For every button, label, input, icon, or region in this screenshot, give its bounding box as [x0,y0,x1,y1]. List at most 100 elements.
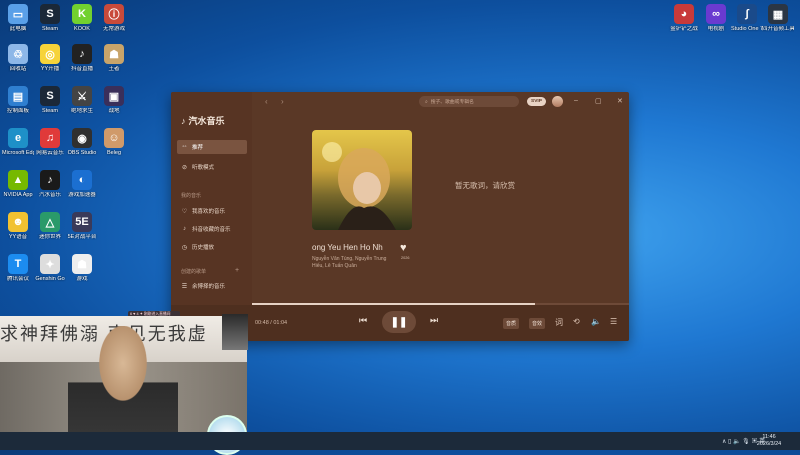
app-icon: △ [40,212,60,232]
music-player-window[interactable]: ♪ 汽水音乐 ◦◦ 推荐 ⊘ 听歌模式 我的音乐 ♡ 我喜欢的音乐 ♪ 抖音收藏… [171,92,629,341]
desktop-icon[interactable]: ▦ 四开音频工具箱 [762,4,794,32]
back-arrow-icon[interactable]: ‹ [265,97,268,106]
app-icon: ♫ [40,128,60,148]
like-count: 2026 [401,256,410,260]
windows-taskbar [0,432,800,450]
app-icon: e [8,128,28,148]
desktop-icon[interactable]: K KOOK [66,4,98,32]
desktop-icon[interactable]: ▲ NVIDIA App [2,170,34,198]
close-icon[interactable]: ✕ [617,97,623,105]
app-icon: ♪ [72,44,92,64]
player-sidebar: ♪ 汽水音乐 ◦◦ 推荐 ⊘ 听歌模式 我的音乐 ♡ 我喜欢的音乐 ♪ 抖音收藏… [171,92,252,305]
desktop-icon[interactable]: ☗ 游戏 [66,254,98,282]
desktop-icon[interactable]: ▤ 控制面板 [2,86,34,114]
desktop-icon-label: KOOK [74,26,90,32]
desktop-icon[interactable]: △ 迷你世界 [34,212,66,240]
app-icon: ⚔ [72,86,92,106]
volume-icon[interactable]: 🔈 [591,317,601,326]
douyin-icon: ♪ [183,226,186,232]
like-heart-icon[interactable]: ♥ [400,242,407,254]
previous-track-icon[interactable]: ⏮ [359,315,367,326]
album-cover[interactable] [312,130,412,230]
pause-button[interactable]: ❚❚ [382,311,416,333]
maximize-icon[interactable]: ▢ [595,97,602,105]
desktop-icon-label: OBS Studio [67,150,97,156]
desktop-icon[interactable]: ◐ 游戏加速器 [66,170,98,198]
app-logo: ♪ 汽水音乐 [181,114,225,127]
album-cover-art [322,142,396,230]
nav-item-recommend[interactable]: ◦◦ 推荐 [177,140,247,154]
next-track-icon[interactable]: ⏭ [430,315,438,326]
quality-button[interactable]: 音质 [503,318,520,329]
desktop-icon[interactable]: ⓘ 无常游戏 [98,4,130,32]
add-playlist-icon[interactable]: + [235,267,239,274]
forward-arrow-icon[interactable]: › [281,97,284,106]
recommend-icon: ◦◦ [182,144,187,150]
nav-item-label: 推荐 [192,145,204,151]
app-icon: ☻ [8,212,28,232]
desktop-icon[interactable]: ♲ 回收站 [2,44,34,72]
desktop-icon-label: 回收站 [9,66,27,72]
svip-badge[interactable]: SVIP [527,97,546,106]
desktop-icon[interactable]: ◎ YY开播 [34,44,66,72]
app-icon: ◕ [674,4,694,24]
app-icon: ☺ [104,128,124,148]
app-icon: 5E [72,212,92,232]
search-icon: ⌕ [425,99,428,105]
desktop-icon[interactable]: ∫ Studio One 7 [731,4,763,32]
search-input[interactable]: ⌕ 搜子、歌曲或专辑名 [419,96,519,107]
desktop-icon[interactable]: e Microsoft Edge [2,128,34,156]
nav-item-playlist[interactable]: ☰ 余博择的音乐 [177,279,247,293]
app-icon: ⓘ [104,4,124,24]
desktop-icon-label: 腾讯会议 [6,276,29,282]
repeat-icon[interactable]: ⟲ [573,317,580,326]
section-created-playlists-title: 创建的歌单 [181,269,207,275]
desktop-icon[interactable]: ∞ 电视剧 [700,4,732,32]
nav-item-history[interactable]: ◷ 历史播放 [177,240,247,254]
desktop-icon[interactable]: ◕ 金铲铲之战 [668,4,700,32]
nav-item-liked-music[interactable]: ♡ 我喜欢的音乐 [177,204,247,218]
app-icon: K [72,4,92,24]
desktop-icon[interactable]: ♪ 抖音直播 [66,44,98,72]
desktop-icon[interactable]: ☺ Beleg [98,128,130,156]
clock-icon: ◷ [181,244,188,251]
desktop-icon-label: NVIDIA App [3,192,33,198]
desktop-icon[interactable]: T 腾讯会议 [2,254,34,282]
lyrics-icon[interactable]: 词 [555,317,563,328]
app-icon: ▣ [104,86,124,106]
app-icon: ▲ [8,170,28,190]
minimize-icon[interactable]: – [574,97,578,104]
desktop-icon[interactable]: ▣ 战地 [98,86,130,114]
desktop-icon[interactable]: ◉ OBS Studio [66,128,98,156]
app-icon: S [40,4,60,24]
app-icon: ◎ [40,44,60,64]
nav-item-douyin-collection[interactable]: ♪ 抖音收藏的音乐 [177,222,247,236]
desktop-icon[interactable]: ☗ 王者 [98,44,130,72]
song-artists[interactable]: Nguyễn Văn Tùng, Nguyễn Trung Hiếu, Lê T… [312,256,396,269]
desktop-icon[interactable]: 5E 5E对战平台 [66,212,98,240]
effects-button[interactable]: 音效 [529,318,546,329]
app-icon: ◐ [72,170,92,190]
character-sticker [222,314,248,350]
desktop-icon[interactable]: ✦ Genshin Go [34,254,66,282]
desktop-icon[interactable]: S Steam [34,86,66,114]
desktop-icon[interactable]: ⚔ 绝地求生 [66,86,98,114]
taskbar-clock[interactable]: 11:46 2026/3/24 [746,434,792,448]
queue-list-icon[interactable]: ☰ [610,317,617,326]
app-icon: ▭ [8,4,28,24]
desktop-icon[interactable]: S Steam [34,4,66,32]
nav-item-listen-mode[interactable]: ⊘ 听歌模式 [177,160,247,174]
desktop-icon[interactable]: ▭ 此电脑 [2,4,34,32]
clock-date: 2026/3/24 [756,441,782,447]
desktop-icon-label: Microsoft Edge [2,150,34,156]
desktop-icon-label: YY开播 [40,66,60,72]
playlist-icon: ☰ [181,283,188,290]
nav-item-label: 听歌模式 [192,165,215,171]
app-icon: ∫ [737,4,757,24]
desktop-icon[interactable]: ♪ 汽水音乐 [34,170,66,198]
user-avatar[interactable] [552,96,563,107]
app-icon: ▦ [768,4,788,24]
desktop-icon[interactable]: ☻ YY语音 [2,212,34,240]
desktop-icon-label: 无常游戏 [102,26,125,32]
desktop-icon[interactable]: ♫ 网易云音乐 [34,128,66,156]
